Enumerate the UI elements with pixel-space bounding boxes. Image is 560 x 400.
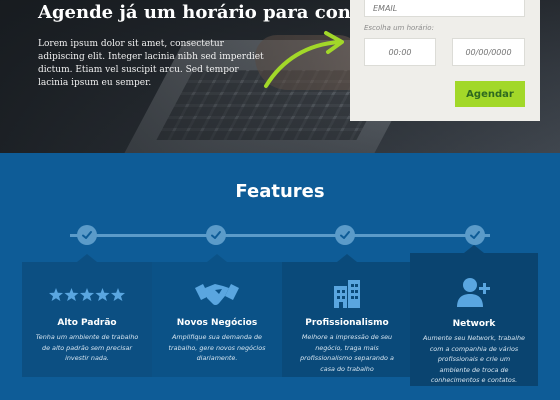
schedule-form: Escolha um horário: Agendar	[350, 0, 540, 121]
feature-title: Network	[452, 319, 496, 329]
check-icon	[77, 225, 97, 245]
feature-description: Tenha um ambiente de trabalho de alto pa…	[35, 333, 139, 362]
features-title: Features	[235, 181, 325, 202]
time-field[interactable]	[364, 38, 436, 66]
schedule-label: Escolha um horário:	[364, 24, 434, 32]
email-field[interactable]	[364, 0, 525, 17]
arrow-icon	[264, 31, 344, 88]
check-icon	[465, 225, 485, 245]
check-icon	[335, 225, 355, 245]
building-icon	[282, 280, 412, 308]
handshake-icon	[152, 280, 282, 310]
add-user-icon	[410, 275, 538, 309]
stars-icon	[22, 288, 152, 302]
schedule-button[interactable]: Agendar	[455, 81, 525, 107]
hero-section: Agende já um horário para conhecer! Lore…	[0, 0, 560, 153]
feature-card-alto-padrao: Alto Padrão Tenha um ambiente de trabalh…	[22, 254, 152, 377]
feature-title: Alto Padrão	[57, 318, 117, 328]
feature-title: Profissionalismo	[305, 318, 389, 328]
features-section: Features Alto Padrão Tenha um ambiente d…	[0, 153, 560, 400]
feature-description: Melhore a impressão de seu negócio, trag…	[300, 333, 394, 373]
feature-description: Aumente seu Network, trabalhe com a comp…	[423, 334, 525, 384]
feature-title: Novos Negócios	[176, 318, 258, 328]
check-icon	[206, 225, 226, 245]
feature-card-profissionalismo: Profissionalismo Melhore a impressão de …	[282, 254, 412, 377]
feature-card-novos-negocios: Novos Negócios Amplifique sua demanda de…	[152, 254, 282, 377]
feature-description: Amplifique sua demanda de trabalho, gere…	[168, 333, 266, 362]
date-field[interactable]	[452, 38, 525, 66]
timeline-line	[70, 234, 490, 237]
feature-card-network: Network Aumente seu Network, trabalhe co…	[410, 245, 538, 386]
hero-description: Lorem ipsum dolor sit amet, consectetur …	[38, 39, 264, 88]
